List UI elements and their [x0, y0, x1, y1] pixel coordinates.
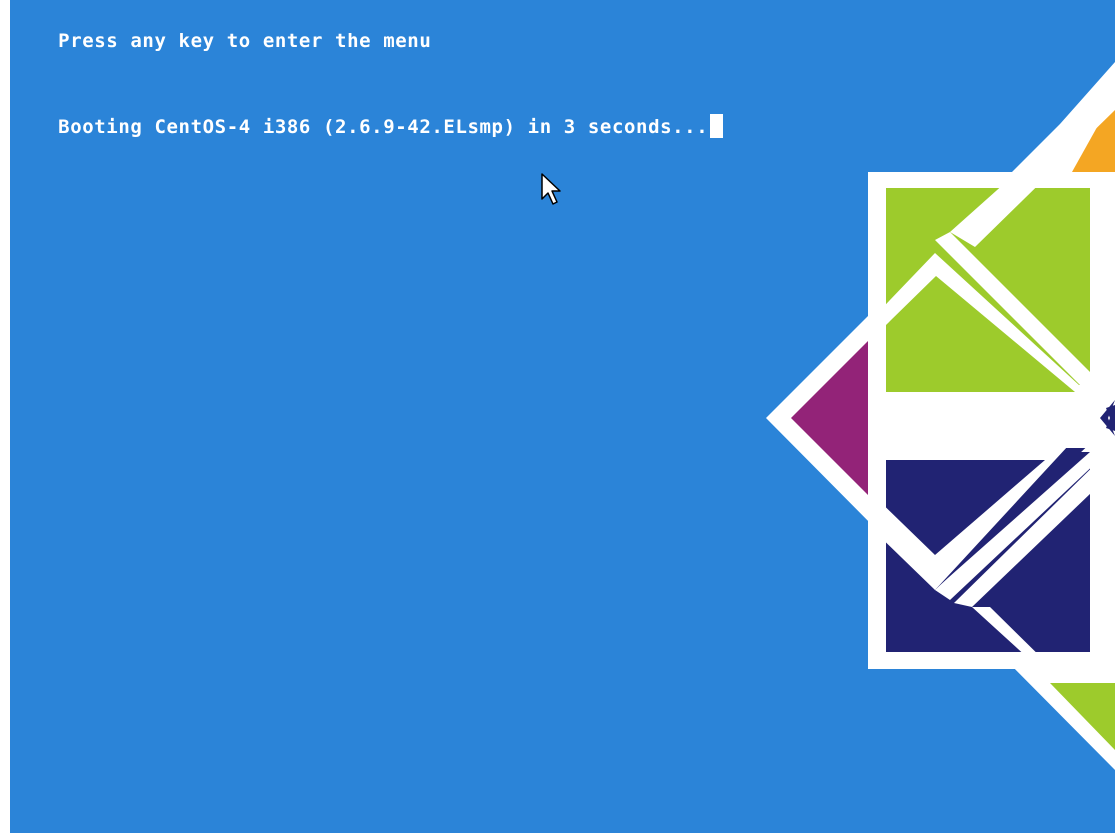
boot-countdown-text: Booting CentOS-4 i386 (2.6.9-42.ELsmp) i… — [10, 92, 724, 160]
boot-screen[interactable]: Press any key to enter the menu Booting … — [10, 0, 1115, 833]
menu-prompt-label: Press any key to enter the menu — [58, 30, 432, 52]
boot-countdown-label: Booting CentOS-4 i386 (2.6.9-42.ELsmp) i… — [58, 116, 709, 138]
mouse-pointer-icon — [541, 173, 561, 205]
menu-prompt-text: Press any key to enter the menu — [10, 8, 431, 74]
text-cursor — [710, 114, 724, 138]
